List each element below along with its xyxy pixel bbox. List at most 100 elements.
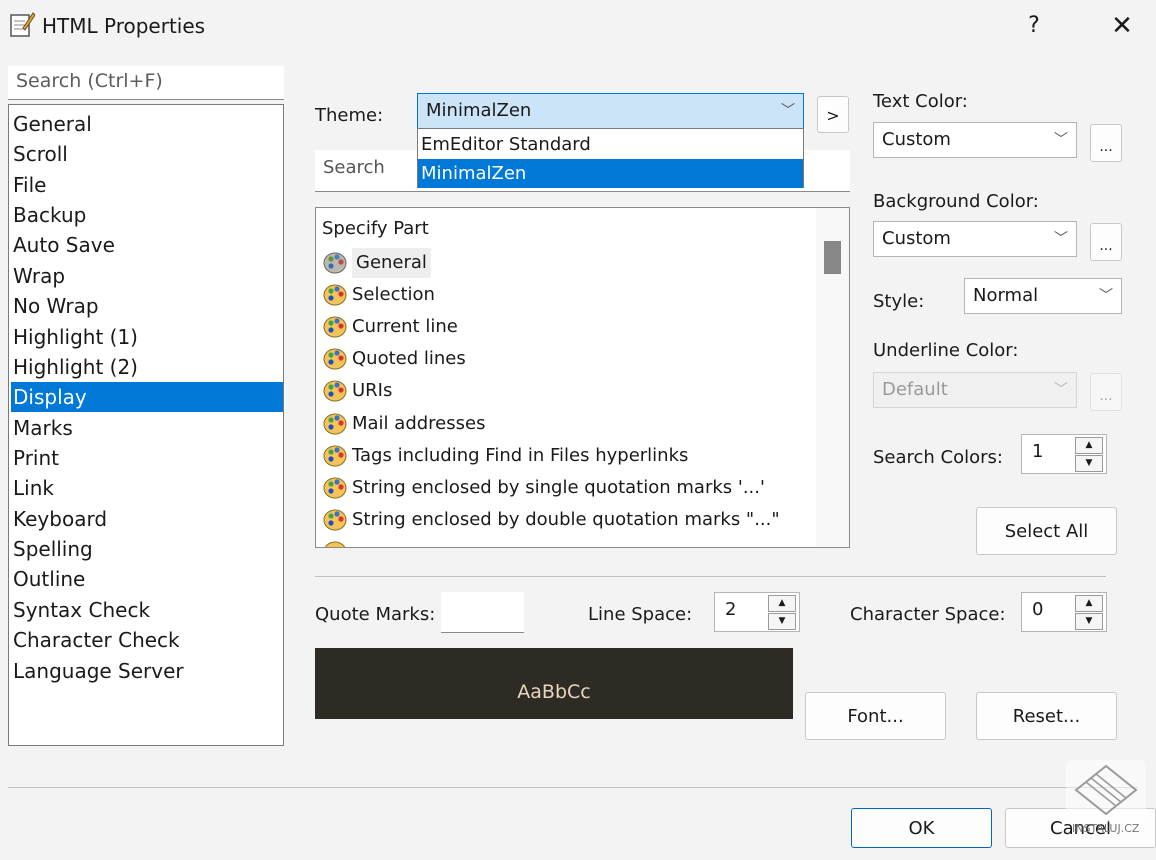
category-item[interactable]: No Wrap	[11, 291, 283, 321]
search-colors-label: Search Colors:	[873, 447, 1003, 468]
parts-header: Specify Part	[322, 218, 429, 239]
reset-button[interactable]: Reset...	[976, 692, 1117, 740]
palette-icon	[323, 413, 347, 435]
text-color-combo[interactable]: Custom ﹀	[873, 122, 1077, 158]
part-label: Quoted lines	[352, 348, 466, 369]
category-item[interactable]: Highlight (1)	[11, 322, 283, 352]
palette-icon	[323, 380, 347, 402]
palette-icon	[323, 509, 347, 531]
part-label: Tags including Find in Files hyperlinks	[352, 445, 689, 466]
sidebar-search-input[interactable]: Search (Ctrl+F)	[8, 66, 284, 100]
background-color-combo[interactable]: Custom ﹀	[873, 221, 1077, 257]
font-button[interactable]: Font...	[805, 692, 946, 740]
category-item[interactable]: Link	[11, 473, 283, 503]
part-item[interactable]: URIs	[322, 376, 392, 406]
search-colors-stepper[interactable]: 1 ▲ ▼	[1021, 434, 1107, 474]
part-label: String enclosed by single quotation mark…	[352, 477, 765, 498]
ok-button[interactable]: OK	[851, 808, 992, 848]
background-color-value: Custom	[882, 228, 951, 249]
category-item[interactable]: Highlight (2)	[11, 352, 283, 382]
category-item[interactable]: Marks	[11, 413, 283, 443]
background-color-more-button[interactable]: ...	[1090, 223, 1122, 261]
category-list: General Scroll File Backup Auto Save Wra…	[8, 104, 284, 746]
category-item[interactable]: Auto Save	[11, 230, 283, 260]
watermark-text: INSTALUJ.CZ	[1072, 822, 1140, 835]
category-item[interactable]: Syntax Check	[11, 595, 283, 625]
part-item-partial	[322, 537, 352, 547]
category-item[interactable]: Character Check	[11, 625, 283, 655]
palette-icon	[323, 477, 347, 499]
part-item[interactable]: String enclosed by single quotation mark…	[322, 473, 765, 503]
palette-icon	[323, 445, 347, 467]
part-item[interactable]: Quoted lines	[322, 344, 466, 374]
underline-color-more-button[interactable]: ...	[1090, 373, 1122, 411]
part-label: Mail addresses	[352, 413, 486, 434]
underline-color-combo[interactable]: Default ﹀	[873, 372, 1077, 408]
part-item[interactable]: Current line	[322, 312, 458, 342]
category-item[interactable]: Language Server	[11, 656, 283, 686]
part-item[interactable]: String enclosed by double quotation mark…	[322, 505, 780, 535]
theme-value: MinimalZen	[426, 100, 532, 121]
select-all-button[interactable]: Select All	[976, 507, 1117, 555]
category-item[interactable]: File	[11, 170, 283, 200]
underline-color-value: Default	[882, 379, 948, 400]
spin-up-icon[interactable]: ▲	[768, 595, 796, 612]
scrollbar-thumb[interactable]	[824, 241, 841, 274]
underline-color-label: Underline Color:	[873, 340, 1019, 361]
theme-option-selected[interactable]: MinimalZen	[418, 159, 803, 188]
parts-list: Specify Part General Selection Current l…	[315, 207, 850, 548]
part-item[interactable]: Tags including Find in Files hyperlinks	[322, 441, 688, 471]
part-label: String enclosed by double quotation mark…	[352, 509, 780, 530]
spin-down-icon[interactable]: ▼	[768, 613, 796, 630]
close-button[interactable]: ✕	[1096, 6, 1148, 46]
character-space-stepper[interactable]: 0 ▲ ▼	[1021, 592, 1107, 632]
part-item[interactable]: Selection	[322, 280, 435, 310]
background-color-label: Background Color:	[873, 191, 1039, 212]
style-combo[interactable]: Normal ﹀	[964, 278, 1122, 314]
text-color-label: Text Color:	[873, 91, 968, 112]
spin-up-icon[interactable]: ▲	[1075, 595, 1103, 612]
category-item-selected[interactable]: Display	[11, 382, 283, 412]
spin-up-icon[interactable]: ▲	[1075, 437, 1103, 454]
category-item[interactable]: Wrap	[11, 261, 283, 291]
help-button[interactable]: ?	[1008, 6, 1060, 46]
spin-down-icon[interactable]: ▼	[1075, 455, 1103, 472]
line-space-value: 2	[725, 599, 737, 620]
theme-option[interactable]: EmEditor Standard	[418, 130, 803, 159]
category-item[interactable]: Spelling	[11, 534, 283, 564]
category-item[interactable]: Keyboard	[11, 504, 283, 534]
theme-label: Theme:	[315, 105, 384, 126]
category-item[interactable]: Backup	[11, 200, 283, 230]
part-item[interactable]: General	[322, 248, 431, 278]
part-item[interactable]: Mail addresses	[322, 409, 485, 439]
line-space-label: Line Space:	[588, 604, 693, 625]
divider	[315, 576, 1106, 577]
palette-icon	[323, 284, 347, 306]
text-color-value: Custom	[882, 129, 951, 150]
line-space-stepper[interactable]: 2 ▲ ▼	[714, 592, 800, 632]
spin-down-icon[interactable]: ▼	[1075, 613, 1103, 630]
theme-dropdown-list: EmEditor Standard MinimalZen	[417, 128, 804, 188]
style-value: Normal	[973, 285, 1039, 306]
category-item[interactable]: Print	[11, 443, 283, 473]
category-item[interactable]: Outline	[11, 564, 283, 594]
notepad-icon	[10, 12, 35, 37]
category-item[interactable]: Scroll	[11, 139, 283, 169]
part-label: URIs	[352, 380, 393, 401]
palette-icon	[323, 252, 347, 274]
quote-marks-input[interactable]	[441, 592, 524, 633]
parts-scrollbar[interactable]	[816, 208, 849, 547]
next-theme-button[interactable]: >	[817, 96, 849, 133]
chevron-down-icon: ﹀	[1054, 231, 1068, 247]
text-color-more-button[interactable]: ...	[1090, 124, 1122, 162]
preview-box: AaBbCc	[315, 648, 793, 719]
part-label: General	[352, 248, 431, 278]
category-item[interactable]: General	[11, 109, 283, 139]
character-space-value: 0	[1032, 599, 1044, 620]
chevron-down-icon: ﹀	[1054, 382, 1068, 398]
window-title: HTML Properties	[42, 14, 206, 38]
palette-icon	[323, 348, 347, 370]
chevron-down-icon: ﹀	[1099, 288, 1113, 304]
footer-divider	[8, 787, 1138, 788]
theme-combo[interactable]: MinimalZen ﹀	[417, 93, 804, 129]
